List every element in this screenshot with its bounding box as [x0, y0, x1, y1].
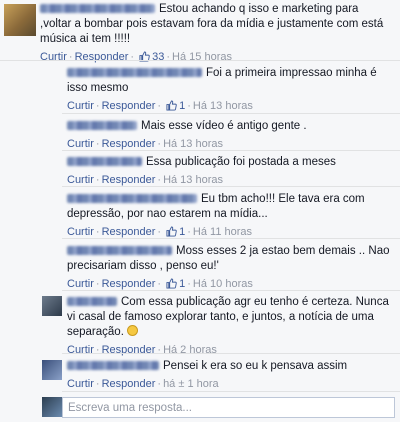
- like-button[interactable]: Curtir: [67, 138, 94, 150]
- reply-input[interactable]: [62, 397, 395, 418]
- avatar[interactable]: [42, 296, 62, 316]
- commenter-name-redacted[interactable]: [67, 121, 137, 131]
- commenter-name-redacted[interactable]: [40, 4, 155, 14]
- avatar[interactable]: [42, 360, 62, 380]
- like-button[interactable]: Curtir: [67, 278, 94, 290]
- like-button[interactable]: Curtir: [67, 378, 94, 390]
- timestamp: Há 11 horas: [192, 226, 253, 238]
- timestamp: Há 2 horas: [163, 344, 217, 356]
- timestamp: Há 13 horas: [163, 174, 223, 186]
- like-button[interactable]: Curtir: [40, 51, 67, 63]
- reply-button[interactable]: Responder: [75, 51, 129, 63]
- reply-button[interactable]: Responder: [102, 344, 156, 356]
- reply-button[interactable]: Responder: [102, 226, 156, 238]
- like-button[interactable]: Curtir: [67, 174, 94, 186]
- thumbs-up-icon: [166, 226, 177, 237]
- like-button[interactable]: Curtir: [67, 226, 94, 238]
- current-user-avatar: [42, 397, 62, 417]
- reply-button[interactable]: Responder: [102, 278, 156, 290]
- like-button[interactable]: Curtir: [67, 100, 94, 112]
- commenter-name-redacted[interactable]: [67, 194, 197, 204]
- timestamp: há ± 1 hora: [163, 378, 219, 390]
- commenter-name-redacted[interactable]: [67, 157, 142, 167]
- thumbs-up-icon: [166, 100, 177, 111]
- commenter-name-redacted[interactable]: [67, 361, 159, 371]
- reply-button[interactable]: Responder: [102, 100, 156, 112]
- reply-button[interactable]: Responder: [102, 378, 156, 390]
- avatar[interactable]: [4, 4, 36, 36]
- commenter-name-redacted[interactable]: [67, 297, 117, 307]
- timestamp: Há 13 horas: [163, 138, 223, 150]
- timestamp: Há 15 horas: [172, 51, 232, 63]
- commenter-name-redacted[interactable]: [67, 68, 202, 78]
- like-button[interactable]: Curtir: [67, 344, 94, 356]
- like-count[interactable]: 33: [152, 51, 164, 63]
- commenter-name-redacted[interactable]: [67, 246, 172, 256]
- like-count[interactable]: 1: [179, 278, 185, 290]
- like-count[interactable]: 1: [179, 226, 185, 238]
- thumbs-up-icon: [166, 278, 177, 289]
- reply-button[interactable]: Responder: [102, 138, 156, 150]
- smiley-emoji-icon: [127, 325, 139, 336]
- reply-button[interactable]: Responder: [102, 174, 156, 186]
- timestamp: Há 13 horas: [192, 100, 253, 112]
- comment-actions: Curtir · Responder · 33 · Há 15 horas: [40, 51, 232, 63]
- like-count[interactable]: 1: [179, 100, 185, 112]
- timestamp: Há 10 horas: [192, 278, 253, 290]
